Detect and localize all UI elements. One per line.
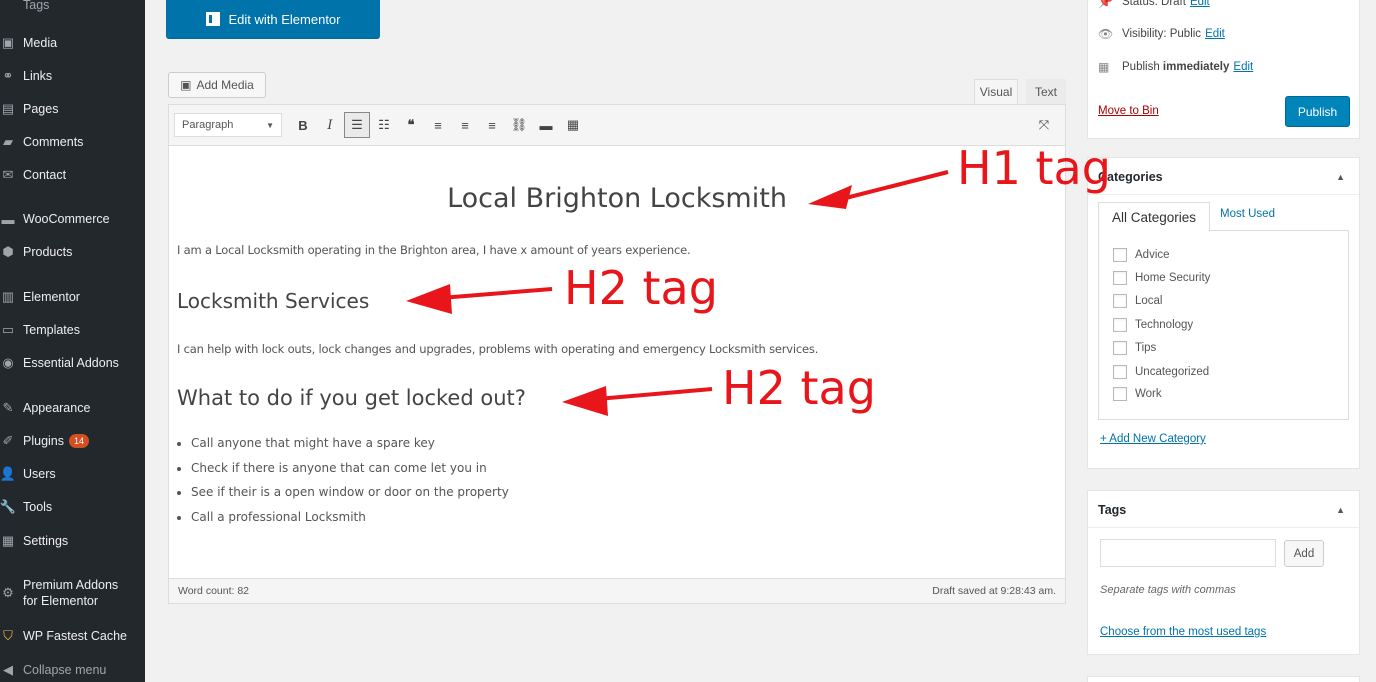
- h2-arrow-head-2: [562, 386, 608, 416]
- annotation-arrows: [406, 170, 949, 416]
- h2-annotation-2: H2 tag: [722, 361, 876, 415]
- h1-annotation: H1 tag: [957, 141, 1111, 195]
- h2-annotation-1: H2 tag: [564, 261, 718, 315]
- h2-arrow-head-1: [406, 284, 452, 314]
- h1-arrow-head: [808, 185, 852, 209]
- tab-all-categories[interactable]: All Categories: [1098, 202, 1210, 231]
